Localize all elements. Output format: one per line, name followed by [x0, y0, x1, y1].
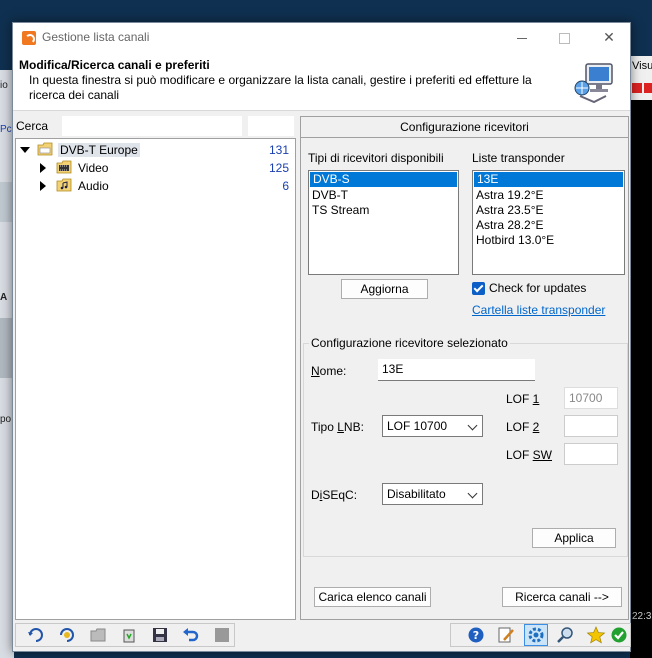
name-field[interactable]: 13E: [378, 359, 535, 381]
window-title: Gestione lista canali: [42, 30, 150, 44]
minimize-button[interactable]: [509, 27, 535, 47]
search-filter-field[interactable]: [248, 116, 294, 136]
chevron-down-icon: [467, 488, 478, 499]
receiver-types-list[interactable]: DVB-S DVB-T TS Stream: [308, 170, 459, 275]
folder-gray-icon[interactable]: [88, 626, 108, 644]
load-channel-list-button[interactable]: Carica elenco canali: [314, 587, 431, 607]
tree-item-audio[interactable]: Audio 6: [16, 177, 295, 195]
maximize-button[interactable]: [551, 27, 577, 47]
transponder-folder-link[interactable]: Cartella liste transponder: [472, 303, 605, 317]
apply-button[interactable]: Applica: [532, 528, 616, 548]
tree-item-count: 131: [268, 143, 289, 157]
transponder-list[interactable]: 13E Astra 19.2°E Astra 23.5°E Astra 28.2…: [472, 170, 625, 275]
bottom-toolbar-left: [15, 623, 235, 647]
diseqc-value: Disabilitato: [387, 487, 446, 501]
svg-text:?: ?: [473, 629, 479, 642]
diseqc-select[interactable]: Disabilitato: [382, 483, 483, 505]
close-icon: ✕: [603, 29, 615, 45]
bottom-toolbar-right: ?: [450, 623, 631, 647]
lnb-type-value: LOF 10700: [387, 419, 448, 433]
lof1-label: LOF 1: [506, 392, 540, 406]
diseqc-label: DiSEqC:: [311, 488, 358, 502]
close-button[interactable]: ✕: [596, 27, 622, 47]
lofsw-label: LOF SW: [506, 448, 553, 462]
search-channels-button[interactable]: Ricerca canali -->: [502, 587, 622, 607]
search-input[interactable]: [62, 116, 242, 136]
tree-item-dvbt-europe[interactable]: DVB-T Europe 131: [16, 141, 295, 159]
rss-app-icon: [22, 31, 36, 45]
ok-check-icon[interactable]: [609, 626, 629, 644]
minimize-icon: [517, 37, 527, 39]
bg-text: io: [0, 80, 8, 91]
stop-icon[interactable]: [212, 626, 232, 644]
check-updates-label: Check for updates: [489, 281, 587, 295]
bg-text: po: [0, 414, 12, 425]
maximize-icon: [558, 32, 570, 44]
title-bar[interactable]: Gestione lista canali ✕: [13, 23, 630, 52]
config-header: Configurazione ricevitori: [300, 116, 629, 138]
expand-arrow-icon[interactable]: [20, 147, 30, 153]
edit-icon[interactable]: [496, 626, 516, 644]
list-item[interactable]: DVB-T: [309, 188, 458, 203]
channel-list-window: Gestione lista canali ✕ Modifica/Ricerca…: [12, 22, 631, 652]
update-button[interactable]: Aggiorna: [341, 279, 428, 299]
lofsw-field[interactable]: [564, 443, 618, 465]
undo-icon[interactable]: [181, 626, 201, 644]
save-icon[interactable]: [150, 626, 170, 644]
list-item[interactable]: Astra 23.5°E: [473, 203, 624, 218]
red-icon: [644, 83, 652, 93]
search-icon[interactable]: [556, 626, 576, 644]
tree-item-label: Audio: [78, 179, 109, 193]
list-item[interactable]: Astra 19.2°E: [473, 188, 624, 203]
help-icon[interactable]: ?: [466, 626, 486, 644]
list-item[interactable]: TS Stream: [309, 203, 458, 218]
header-panel: Modifica/Ricerca canali e preferiti In q…: [13, 52, 630, 111]
recycle-bin-icon[interactable]: [119, 626, 139, 644]
folder-icon: [37, 142, 53, 156]
expand-arrow-icon[interactable]: [40, 181, 46, 191]
lnb-type-label: Tipo LNB:: [311, 420, 364, 434]
header-title: Modifica/Ricerca canali e preferiti: [19, 58, 210, 72]
channel-tree[interactable]: DVB-T Europe 131 Video 125 Audio 6: [15, 138, 296, 620]
selected-receiver-title: Configurazione ricevitore selezionato: [309, 336, 510, 350]
favorite-star-icon[interactable]: [586, 626, 606, 644]
list-item[interactable]: Astra 28.2°E: [473, 218, 624, 233]
tree-item-label: Video: [78, 161, 109, 175]
tree-item-label: DVB-T Europe: [58, 143, 140, 157]
refresh-yellow-icon[interactable]: [57, 626, 77, 644]
header-description: In questa finestra si può modificare e o…: [29, 73, 532, 102]
transponder-lists-label: Liste transponder: [472, 151, 565, 165]
bg-text: Visu: [632, 60, 652, 72]
bg-text: Pc: [0, 124, 12, 135]
tree-item-video[interactable]: Video 125: [16, 159, 295, 177]
clock: 22:3: [632, 611, 652, 622]
list-item[interactable]: 13E: [474, 172, 623, 187]
lof2-field[interactable]: [564, 415, 618, 437]
refresh-blue-icon[interactable]: [26, 626, 46, 644]
settings-icon[interactable]: [526, 626, 546, 644]
chevron-down-icon: [467, 420, 478, 431]
film-folder-icon: [56, 160, 72, 174]
tree-item-count: 125: [268, 161, 289, 175]
bg-text: A: [0, 292, 8, 303]
receiver-types-label: Tipi di ricevitori disponibili: [308, 151, 444, 165]
background-app-right: Visu 22:3: [630, 56, 652, 658]
list-item[interactable]: Hotbird 13.0°E: [473, 233, 624, 248]
list-item[interactable]: DVB-S: [310, 172, 457, 187]
name-label: Nome:: [311, 364, 347, 378]
expand-arrow-icon[interactable]: [40, 163, 46, 173]
tree-item-count: 6: [282, 179, 289, 193]
computer-network-icon: [574, 63, 613, 104]
red-icon: [632, 83, 642, 93]
lof1-field[interactable]: 10700: [564, 387, 618, 409]
check-updates-checkbox[interactable]: [472, 282, 485, 295]
music-folder-icon: [56, 178, 72, 192]
lnb-type-select[interactable]: LOF 10700: [382, 415, 483, 437]
search-label: Cerca: [16, 119, 49, 133]
lof2-label: LOF 2: [506, 420, 540, 434]
